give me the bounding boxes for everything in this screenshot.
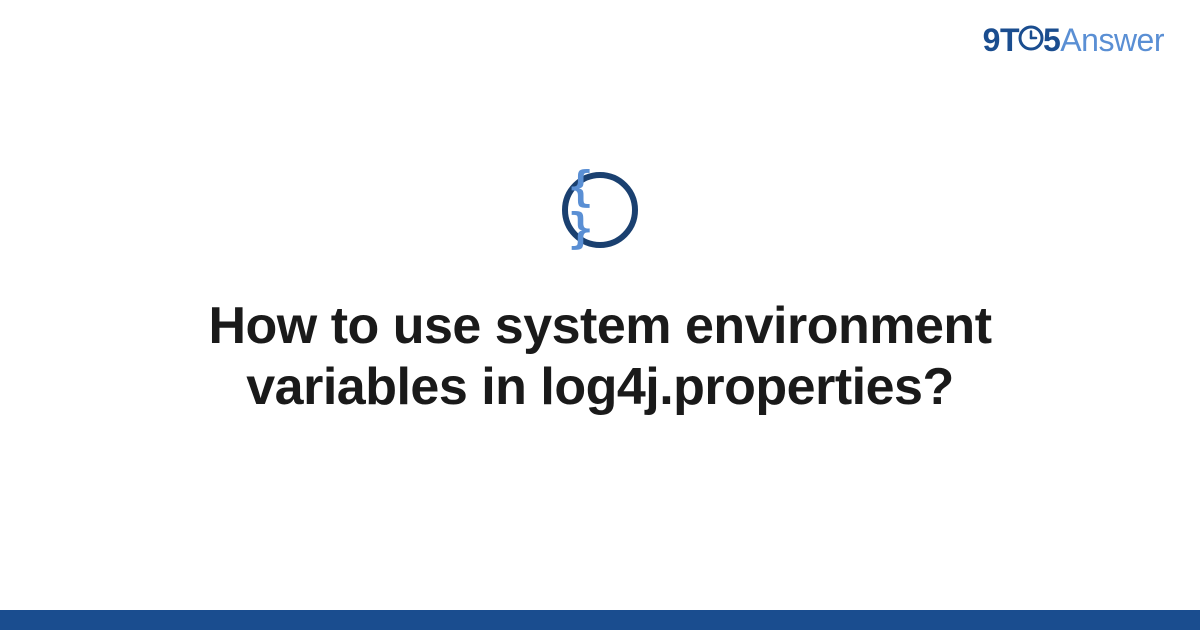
- question-title: How to use system environment variables …: [100, 296, 1100, 419]
- main-content: { } How to use system environment variab…: [0, 0, 1200, 630]
- category-badge: { }: [562, 172, 638, 248]
- footer-accent-bar: [0, 610, 1200, 630]
- braces-icon: { }: [568, 166, 632, 250]
